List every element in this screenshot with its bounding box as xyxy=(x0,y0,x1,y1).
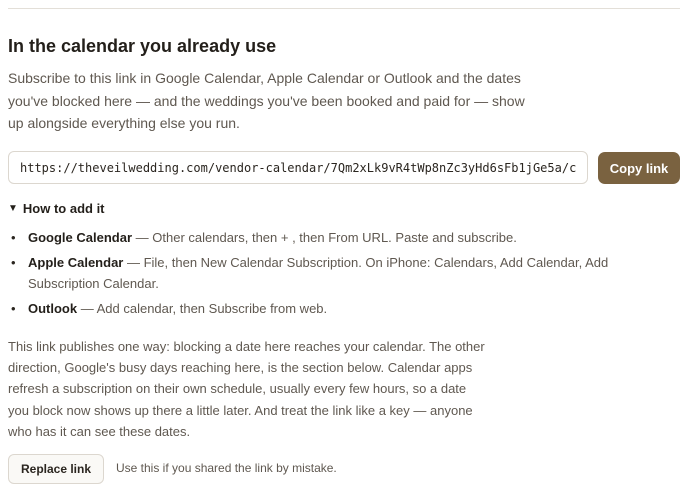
calendar-feed-url-field[interactable] xyxy=(8,151,588,184)
step-app-name: Google Calendar xyxy=(28,230,133,245)
one-way-sync-note: This link publishes one way: blocking a … xyxy=(8,339,485,439)
step-outlook: • Outlook — Add calendar, then Subscribe… xyxy=(8,299,648,320)
section-intro: Subscribe to this link in Google Calenda… xyxy=(8,70,525,131)
step-apple-calendar: • Apple Calendar — File, then New Calend… xyxy=(8,253,648,294)
section-title: In the calendar you already use xyxy=(8,36,277,56)
step-app-name: Outlook xyxy=(28,300,78,316)
copy-link-button[interactable]: Copy link xyxy=(598,152,680,184)
how-to-add-toggle[interactable]: ▼ How to add it xyxy=(8,202,105,216)
top-divider xyxy=(8,8,680,9)
triangle-down-icon: ▼ xyxy=(8,203,18,214)
replace-link-hint: Use this if you shared the link by mista… xyxy=(116,461,337,475)
step-google-calendar: • Google Calendar — Other calendars, the… xyxy=(8,228,648,249)
bullet-icon: • xyxy=(11,255,16,270)
replace-link-button[interactable]: Replace link xyxy=(8,454,104,484)
how-to-add-label: How to add it xyxy=(22,201,105,216)
step-app-name: Apple Calendar xyxy=(28,255,124,270)
bullet-icon: • xyxy=(11,300,16,316)
bullet-icon: • xyxy=(11,230,16,245)
step-instructions: — Other calendars, then + , then From UR… xyxy=(132,230,517,245)
step-instructions: — Add calendar, then Subscribe from web. xyxy=(77,300,328,316)
how-to-steps-list: • Google Calendar — Other calendars, the… xyxy=(8,228,648,324)
